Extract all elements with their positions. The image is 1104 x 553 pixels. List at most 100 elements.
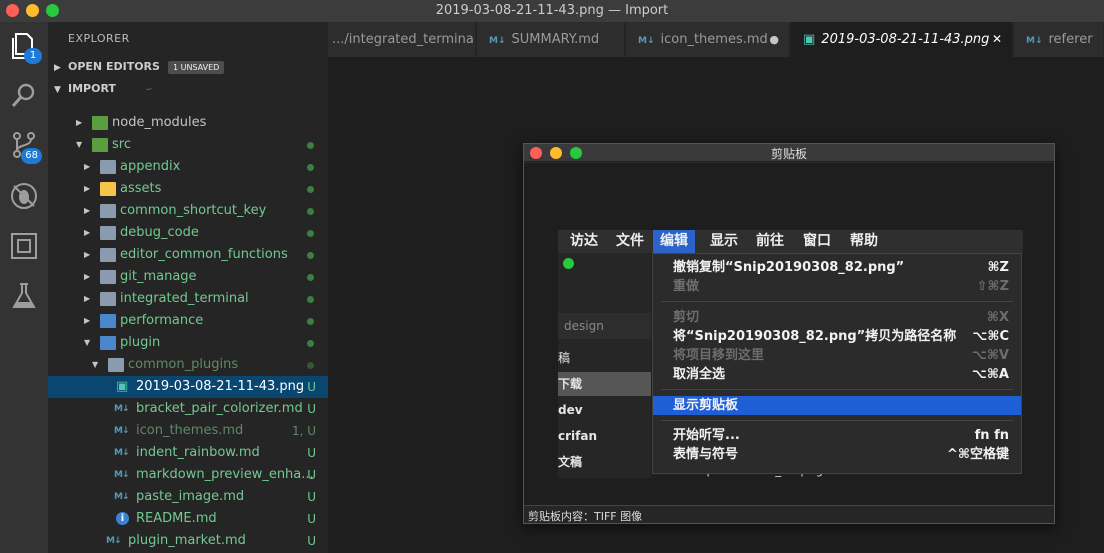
clipboard-status: 剪贴板内容：TIFF 图像 (528, 510, 643, 523)
tree-row-selected-png[interactable]: ▣ 2019-03-08-21-11-43.png U (48, 376, 328, 398)
chevron-right-icon: ▶ (76, 118, 83, 127)
open-editors-section[interactable]: ▶ OPEN EDITORS 1 UNSAVED (48, 56, 328, 78)
edit-menu-dropdown: 撤销复制“Snip20190308_82.png” ⌘Z 重做 ⇧⌘Z 剪切 ⌘X 将… (652, 253, 1022, 474)
markdown-icon: M↓ (114, 448, 130, 458)
folder-node-icon (92, 116, 108, 130)
tree-row-src[interactable]: ▼ src (48, 134, 328, 156)
chevron-right-icon: ▶ (84, 206, 91, 215)
finder-item: dev (558, 403, 583, 417)
chevron-down-icon: ▼ (84, 338, 91, 347)
markdown-icon: M↓ (114, 426, 130, 436)
explorer-icon[interactable]: 1 (8, 30, 42, 64)
folder-icon (100, 270, 116, 284)
tree-row-common-plugins[interactable]: ▼ common_plugins (48, 354, 328, 376)
menu-help: 帮助 (850, 233, 878, 249)
menu-item-show-clipboard: 显示剪贴板 (653, 396, 1021, 415)
menu-separator (661, 420, 1013, 421)
tree-row-node-modules[interactable]: ▶ node_modules (48, 112, 328, 134)
tab-referer[interactable]: M↓ referer (1014, 22, 1104, 57)
menu-edit: 编辑 (653, 230, 695, 253)
unsaved-badge: 1 UNSAVED (167, 60, 225, 74)
tree-row-readme[interactable]: i README.md U (48, 508, 328, 530)
chevron-right-icon: ▶ (54, 63, 61, 73)
mac-title-bar: 剪贴板 (524, 144, 1054, 162)
chevron-right-icon: ▶ (84, 316, 91, 325)
tab-bar: .../integrated_terminal M↓ SUMMARY.md M↓ i… (328, 22, 1104, 57)
menu-item-undo-copy: 撤销复制“Snip20190308_82.png” ⌘Z (673, 260, 1009, 275)
chevron-right-icon: ▶ (84, 228, 91, 237)
menu-item-deselect-all: 取消全选 ⌥⌘A (673, 367, 1009, 382)
modified-dot (307, 186, 314, 193)
title-bar: 2019-03-08-21-11-43.png — Import (0, 0, 1104, 22)
green-dot (563, 258, 574, 269)
menu-item-cut: 剪切 ⌘X (673, 310, 1009, 325)
modified-dot (307, 142, 314, 149)
modified-dot (307, 340, 314, 347)
menu-finder: 访达 (570, 233, 598, 249)
tree-row-markdown-preview[interactable]: M↓ markdown_preview_enha... U (48, 464, 328, 486)
folder-icon (100, 248, 116, 262)
extensions-icon[interactable] (8, 230, 40, 262)
tab-integrated-terminal[interactable]: .../integrated_terminal (328, 22, 476, 57)
modified-dot (307, 362, 314, 369)
image-icon: ▣ (803, 32, 816, 47)
menu-item-dictation: 开始听写... fn fn (673, 428, 1009, 443)
menu-go: 前往 (756, 233, 784, 249)
modified-dot (307, 230, 314, 237)
modified-dot (307, 252, 314, 259)
unsaved-dot-icon[interactable]: ● (769, 22, 779, 57)
tree-row-git-manage[interactable]: ▶ git_manage (48, 266, 328, 288)
search-icon[interactable] (8, 80, 40, 112)
tree-row-bracket-pair-colorizer[interactable]: M↓ bracket_pair_colorizer.md U (48, 398, 328, 420)
explorer-badge: 1 (24, 48, 42, 64)
tab-icon-themes[interactable]: M↓ icon_themes.md ● (626, 22, 790, 57)
debug-icon[interactable] (8, 180, 40, 212)
chevron-right-icon: ▶ (84, 162, 91, 171)
tree-row-debug-code[interactable]: ▶ debug_code (48, 222, 328, 244)
tree-row-performance[interactable]: ▶ performance (48, 310, 328, 332)
flask-icon[interactable] (8, 280, 40, 312)
folder-assets-icon (100, 182, 116, 196)
tree-row-integrated-terminal[interactable]: ▶ integrated_terminal (48, 288, 328, 310)
folder-open-icon (108, 358, 124, 372)
tree-row-assets[interactable]: ▶ assets (48, 178, 328, 200)
tree-row-editor-common-functions[interactable]: ▶ editor_common_functions (48, 244, 328, 266)
scm-badge: 68 (21, 148, 42, 164)
modified-dot (307, 296, 314, 303)
menu-file: 文件 (616, 233, 644, 249)
chevron-right-icon: ▶ (84, 184, 91, 193)
finder-item: 稿 (558, 351, 571, 365)
markdown-icon: M↓ (114, 404, 130, 414)
menu-item-move-here: 将项目移到这里 ⌥⌘V (673, 348, 1009, 363)
source-control-icon[interactable]: 68 (8, 130, 42, 164)
mac-status-bar: 剪贴板内容：TIFF 图像 (524, 505, 1054, 523)
image-file-icon: ▣ (116, 379, 129, 394)
tab-label: 2019-03-08-21-11-43.png (821, 32, 990, 47)
tree-row-plugin-market[interactable]: M↓ plugin_market.md U (48, 530, 328, 552)
modified-dot (307, 274, 314, 281)
finder-sidebar: design 稿 下载 dev crifan 文稿 (558, 253, 651, 478)
tab-summary[interactable]: M↓ SUMMARY.md (477, 22, 625, 57)
tree-row-paste-image[interactable]: M↓ paste_image.md U (48, 486, 328, 508)
markdown-icon: M↓ (114, 492, 130, 502)
tree-row-plugin[interactable]: ▼ plugin (48, 332, 328, 354)
chevron-right-icon: ▶ (84, 250, 91, 259)
editor-area: .../integrated_terminal M↓ SUMMARY.md M↓ i… (328, 22, 1104, 553)
folder-icon (100, 160, 116, 174)
tab-label: referer (1048, 32, 1093, 47)
modified-dot (307, 164, 314, 171)
tree-row-common-shortcut-key[interactable]: ▶ common_shortcut_key (48, 200, 328, 222)
folder-performance-icon (100, 314, 116, 328)
chevron-down-icon: ▼ (92, 360, 99, 369)
window-title: 2019-03-08-21-11-43.png — Import (435, 3, 669, 18)
markdown-icon: M↓ (638, 36, 655, 46)
tree-row-icon-themes[interactable]: M↓ icon_themes.md 1, U (48, 420, 328, 442)
chevron-right-icon: ▶ (84, 294, 91, 303)
folder-icon (100, 226, 116, 240)
close-tab-icon[interactable]: ✕ (992, 22, 1002, 57)
explorer-sidebar: EXPLORER ▶ OPEN EDITORS 1 UNSAVED ▼ IMPORT … (48, 22, 328, 553)
tree-row-appendix[interactable]: ▶ appendix (48, 156, 328, 178)
markdown-icon: M↓ (1026, 36, 1043, 46)
tab-png-active[interactable]: ▣ 2019-03-08-21-11-43.png ✕ (791, 22, 1013, 57)
tree-row-indent-rainbow[interactable]: M↓ indent_rainbow.md U (48, 442, 328, 464)
